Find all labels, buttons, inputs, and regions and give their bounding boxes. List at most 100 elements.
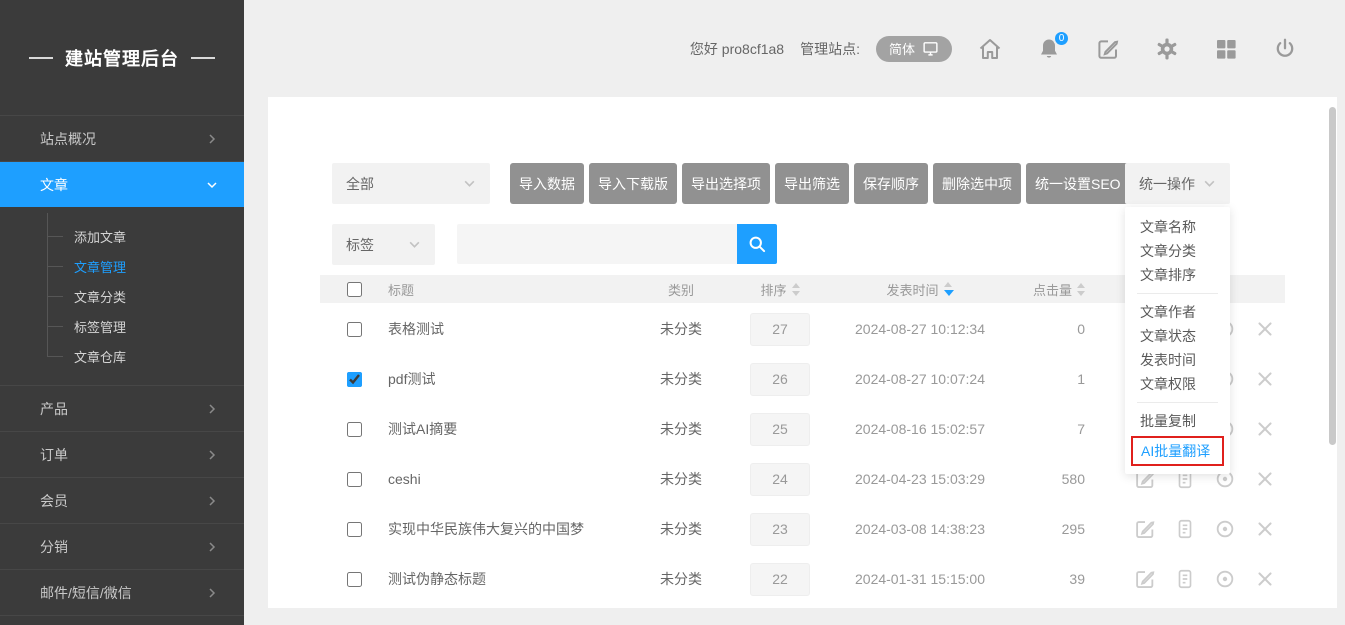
row-checkbox[interactable]	[347, 472, 362, 487]
sort-value-box[interactable]: 27	[750, 313, 810, 346]
sidebar-item-add-article[interactable]: 添加文章	[0, 221, 244, 251]
col-sort[interactable]: 排序	[750, 275, 810, 303]
sidebar-item-orders[interactable]: 订单	[0, 431, 244, 477]
article-title[interactable]: ceshi	[388, 471, 421, 487]
publish-time: 2024-08-16 15:02:57	[855, 421, 985, 437]
click-count: 39	[1069, 571, 1085, 587]
sidebar-item-article-category[interactable]: 文章分类	[0, 281, 244, 311]
sort-value-box[interactable]: 25	[750, 413, 810, 446]
delete-icon[interactable]	[1253, 517, 1277, 541]
delete-icon[interactable]	[1253, 417, 1277, 441]
chevron-down-icon	[463, 177, 476, 190]
menu-item-batch-copy[interactable]: 批量复制	[1125, 409, 1230, 433]
view-icon[interactable]	[1213, 567, 1237, 591]
home-icon[interactable]	[978, 37, 1002, 61]
search-input[interactable]	[457, 224, 737, 264]
chevron-right-icon	[206, 587, 218, 599]
view-icon[interactable]	[1213, 517, 1237, 541]
sort-arrows-icon	[792, 283, 800, 296]
tag-filter-dropdown[interactable]: 标签	[332, 224, 435, 265]
article-title[interactable]: pdf测试	[388, 369, 435, 389]
vertical-scrollbar[interactable]	[1329, 107, 1336, 445]
menu-item-article-sort[interactable]: 文章排序	[1125, 263, 1230, 287]
save-order-button[interactable]: 保存顺序	[854, 163, 928, 204]
article-category: 未分类	[660, 469, 702, 489]
batch-operation-menu: 文章名称 文章分类 文章排序 文章作者 文章状态 发表时间 文章权限 批量复制 …	[1125, 207, 1230, 474]
article-title[interactable]: 表格测试	[388, 319, 444, 339]
menu-item-article-status[interactable]: 文章状态	[1125, 324, 1230, 348]
monitor-icon	[922, 40, 939, 57]
apps-grid-icon[interactable]	[1214, 37, 1238, 61]
search-button[interactable]	[737, 224, 777, 264]
gear-icon[interactable]	[1155, 37, 1179, 61]
sort-value-box[interactable]: 26	[750, 363, 810, 396]
language-label: 简体	[889, 39, 915, 58]
export-filtered-button[interactable]: 导出筛选	[775, 163, 849, 204]
article-category: 未分类	[660, 519, 702, 539]
sidebar-item-label: 订单	[40, 445, 68, 465]
article-title[interactable]: 测试伪静态标题	[388, 569, 486, 589]
menu-item-article-permission[interactable]: 文章权限	[1125, 372, 1230, 396]
sidebar-item-mail-sms-wechat[interactable]: 邮件/短信/微信	[0, 569, 244, 615]
delete-icon[interactable]	[1253, 317, 1277, 341]
sidebar-item-article-warehouse[interactable]: 文章仓库	[0, 341, 244, 371]
header-icon-group: 0	[978, 37, 1297, 61]
sort-value-box[interactable]: 22	[750, 563, 810, 596]
menu-item-ai-batch-translate[interactable]: AI批量翻译	[1131, 436, 1224, 466]
article-title[interactable]: 实现中华民族伟大复兴的中国梦	[388, 519, 584, 539]
batch-operation-dropdown[interactable]: 统一操作	[1125, 163, 1230, 204]
tag-filter-value: 标签	[346, 235, 374, 255]
menu-item-article-author[interactable]: 文章作者	[1125, 300, 1230, 324]
delete-selected-button[interactable]: 删除选中项	[933, 163, 1021, 204]
article-title[interactable]: 测试AI摘要	[388, 419, 457, 439]
bell-icon[interactable]: 0	[1037, 37, 1061, 61]
edit-icon[interactable]	[1133, 567, 1157, 591]
sort-value-box[interactable]: 23	[750, 513, 810, 546]
menu-item-article-name[interactable]: 文章名称	[1125, 215, 1230, 239]
sort-value-box[interactable]: 24	[750, 463, 810, 496]
chevron-right-icon	[206, 133, 218, 145]
edit-icon[interactable]	[1096, 37, 1120, 61]
row-checkbox[interactable]	[347, 572, 362, 587]
batch-operation-value: 统一操作	[1139, 174, 1195, 194]
select-all-checkbox[interactable]	[347, 282, 362, 297]
sort-arrows-icon	[944, 282, 954, 296]
col-clicks[interactable]: 点击量	[985, 275, 1085, 303]
click-count: 0	[1077, 321, 1085, 337]
sidebar-item-site-overview[interactable]: 站点概况	[0, 115, 244, 161]
row-checkbox[interactable]	[347, 522, 362, 537]
sidebar-item-article-management[interactable]: 文章管理	[0, 251, 244, 281]
sidebar-item-members[interactable]: 会员	[0, 477, 244, 523]
row-checkbox[interactable]	[347, 372, 362, 387]
category-filter-value: 全部	[346, 174, 374, 194]
article-category: 未分类	[660, 569, 702, 589]
export-selected-button[interactable]: 导出选择项	[682, 163, 770, 204]
edit-icon[interactable]	[1133, 517, 1157, 541]
sidebar-item-label: 产品	[40, 399, 68, 419]
import-download-button[interactable]: 导入下载版	[589, 163, 677, 204]
chevron-down-icon	[1203, 177, 1216, 190]
delete-icon[interactable]	[1253, 367, 1277, 391]
col-publish-time[interactable]: 发表时间	[840, 275, 1000, 303]
sidebar-item-distribution[interactable]: 分销	[0, 523, 244, 569]
col-title: 标题	[388, 280, 414, 299]
manage-site-label: 管理站点:	[800, 39, 860, 59]
copy-icon[interactable]	[1173, 567, 1197, 591]
sidebar-item-articles[interactable]: 文章	[0, 161, 244, 207]
import-data-button[interactable]: 导入数据	[510, 163, 584, 204]
category-filter-dropdown[interactable]: 全部	[332, 163, 490, 204]
sidebar-item-tag-management[interactable]: 标签管理	[0, 311, 244, 341]
copy-icon[interactable]	[1173, 517, 1197, 541]
power-icon[interactable]	[1273, 37, 1297, 61]
language-site-pill[interactable]: 简体	[876, 36, 952, 62]
sidebar-item-products[interactable]: 产品	[0, 385, 244, 431]
seo-settings-button[interactable]: 统一设置SEO	[1026, 163, 1130, 204]
menu-item-article-category[interactable]: 文章分类	[1125, 239, 1230, 263]
delete-icon[interactable]	[1253, 467, 1277, 491]
delete-icon[interactable]	[1253, 567, 1277, 591]
row-checkbox[interactable]	[347, 422, 362, 437]
row-checkbox[interactable]	[347, 322, 362, 337]
user-greeting: 您好 pro8cf1a8	[690, 39, 784, 59]
menu-item-publish-time[interactable]: 发表时间	[1125, 348, 1230, 372]
chevron-down-icon	[206, 179, 218, 191]
